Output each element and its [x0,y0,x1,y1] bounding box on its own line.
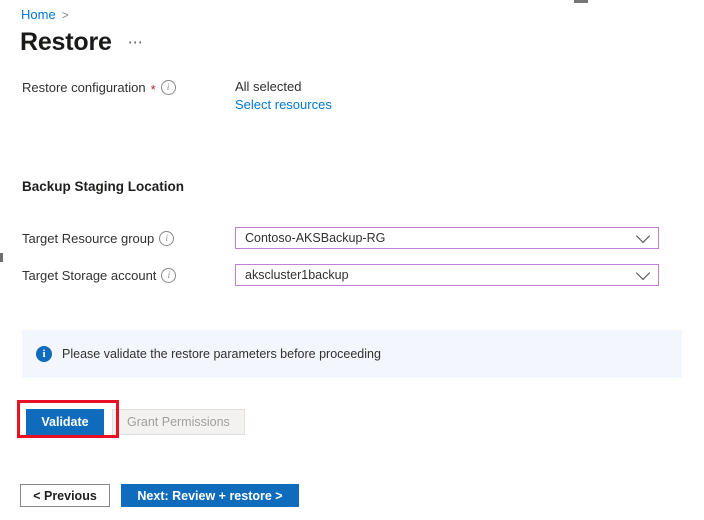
restore-configuration-row: Restore configuration * i All selected S… [0,79,704,112]
more-options-icon[interactable]: ⋯ [128,33,145,51]
previous-button[interactable]: < Previous [20,484,110,507]
target-storage-account-value: akscluster1backup [245,268,349,282]
restore-configuration-label-group: Restore configuration * i [0,79,235,95]
restore-configuration-value-group: All selected Select resources [235,79,332,112]
wizard-navigation-row: < Previous Next: Review + restore > [20,484,299,507]
page-title: Restore [20,29,112,57]
target-resource-group-row: Target Resource group i Contoso-AKSBacku… [0,227,704,249]
restore-configuration-summary: All selected [235,79,332,94]
validate-button[interactable]: Validate [26,409,104,435]
select-resources-link[interactable]: Select resources [235,97,332,112]
page-header: Restore ⋯ [20,29,144,57]
restore-configuration-label: Restore configuration [22,80,146,95]
next-review-restore-button[interactable]: Next: Review + restore > [121,484,299,507]
info-icon[interactable]: i [159,231,174,246]
info-icon[interactable]: i [161,268,176,283]
required-asterisk: * [151,83,156,95]
backup-staging-location-heading: Backup Staging Location [22,179,184,194]
validation-info-message: Please validate the restore parameters b… [62,347,381,361]
chevron-down-icon [636,266,650,280]
grant-permissions-button: Grant Permissions [112,409,245,435]
target-storage-account-dropdown[interactable]: akscluster1backup [235,264,659,286]
target-resource-group-value: Contoso-AKSBackup-RG [245,231,385,245]
scroll-gutter-artifact [0,253,3,262]
action-button-row: Validate Grant Permissions [26,409,245,435]
validation-info-banner: i Please validate the restore parameters… [22,330,682,378]
info-icon[interactable]: i [161,80,176,95]
target-storage-account-label-group: Target Storage account i [0,264,235,286]
clipped-content-fragment [574,0,588,3]
target-resource-group-label-group: Target Resource group i [0,227,235,249]
breadcrumb: Home > [21,7,69,22]
info-circle-icon: i [36,346,52,362]
chevron-down-icon [636,229,650,243]
target-resource-group-dropdown[interactable]: Contoso-AKSBackup-RG [235,227,659,249]
target-storage-account-row: Target Storage account i akscluster1back… [0,264,704,286]
breadcrumb-separator-icon: > [62,8,69,22]
target-resource-group-label: Target Resource group [22,231,154,246]
target-storage-account-label: Target Storage account [22,268,156,283]
breadcrumb-item-home[interactable]: Home [21,7,56,22]
